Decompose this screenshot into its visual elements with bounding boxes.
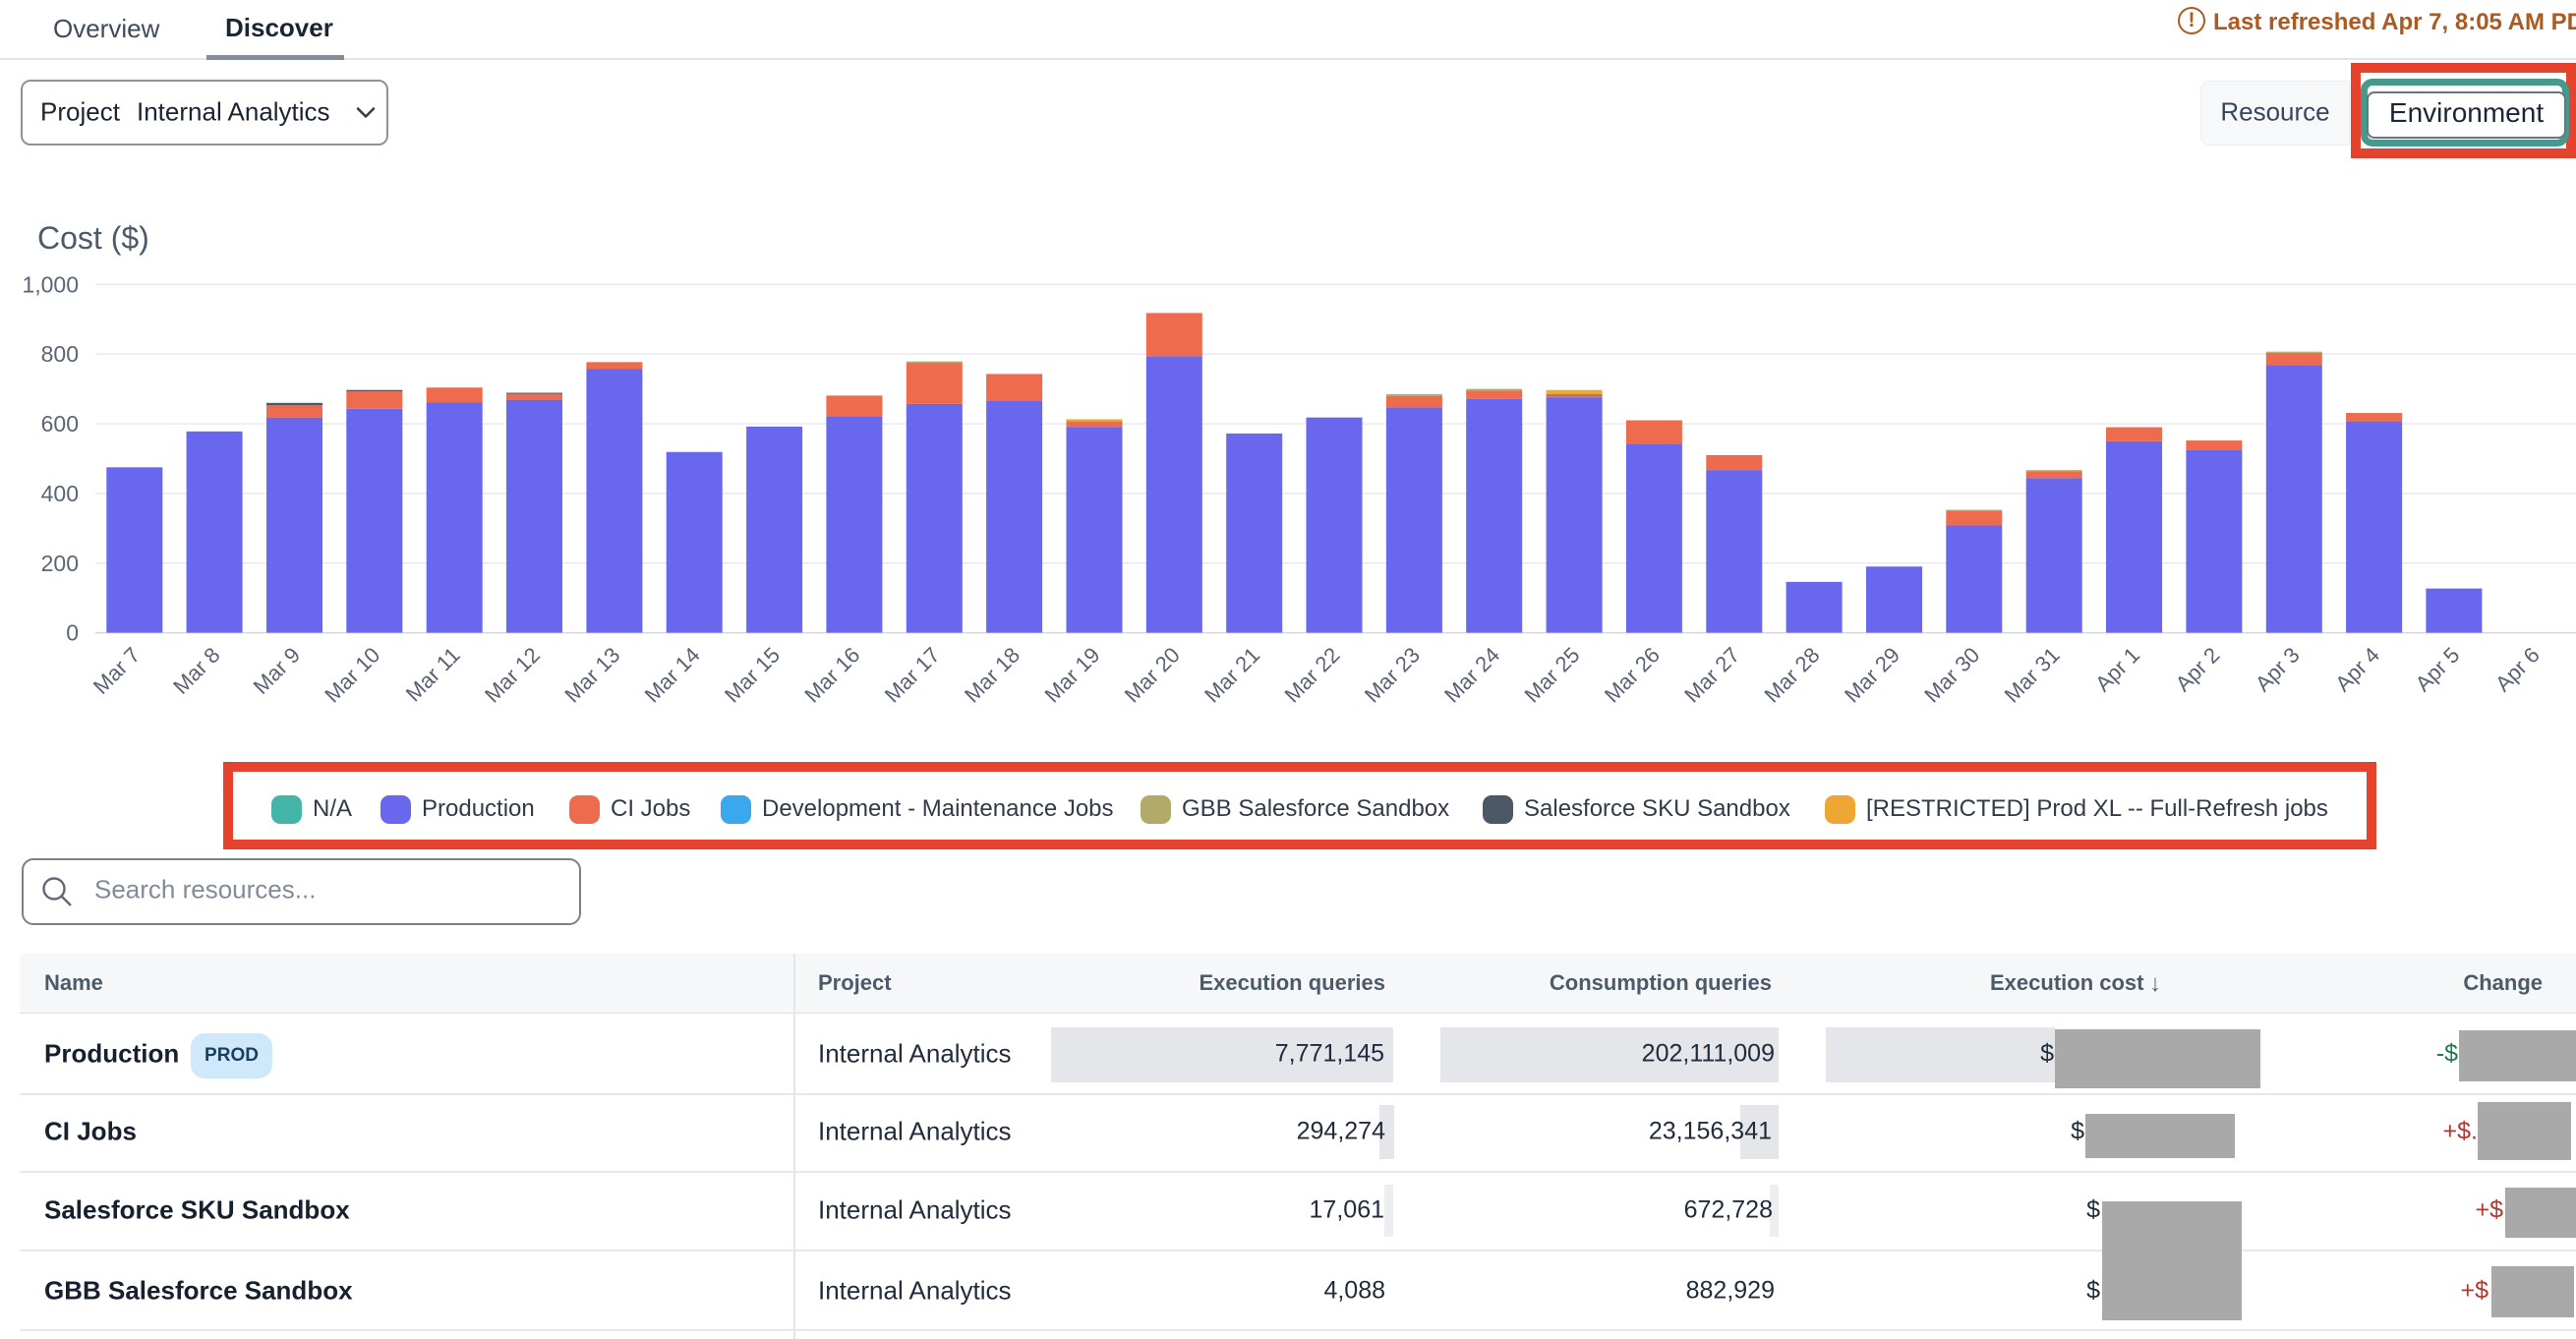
svg-text:Apr 5: Apr 5 <box>2411 642 2465 696</box>
svg-text:Mar 10: Mar 10 <box>320 642 384 707</box>
svg-text:0: 0 <box>66 620 79 646</box>
svg-text:Mar 26: Mar 26 <box>1600 642 1665 707</box>
svg-text:Mar 12: Mar 12 <box>480 642 545 707</box>
svg-text:Mar 15: Mar 15 <box>720 642 785 707</box>
svg-text:Mar 21: Mar 21 <box>1200 642 1264 707</box>
svg-text:Mar 25: Mar 25 <box>1520 642 1585 707</box>
svg-text:200: 200 <box>41 551 79 576</box>
svg-text:Mar 11: Mar 11 <box>401 642 465 706</box>
svg-text:Mar 17: Mar 17 <box>880 642 945 707</box>
svg-text:600: 600 <box>41 411 79 437</box>
svg-text:Mar 22: Mar 22 <box>1279 642 1344 707</box>
svg-text:1,000: 1,000 <box>22 271 79 297</box>
svg-text:Mar 29: Mar 29 <box>1840 642 1904 707</box>
svg-text:Mar 27: Mar 27 <box>1679 642 1744 707</box>
svg-text:Apr 3: Apr 3 <box>2251 642 2305 696</box>
svg-text:Mar 30: Mar 30 <box>1919 642 1984 707</box>
svg-text:Mar 23: Mar 23 <box>1360 642 1425 707</box>
svg-text:Apr 1: Apr 1 <box>2090 642 2144 696</box>
svg-text:Mar 16: Mar 16 <box>799 642 864 707</box>
svg-text:Mar 18: Mar 18 <box>960 642 1025 707</box>
svg-text:Mar 31: Mar 31 <box>2000 642 2065 707</box>
svg-text:Mar 9: Mar 9 <box>249 642 305 698</box>
svg-text:Mar 24: Mar 24 <box>1439 642 1504 707</box>
svg-text:800: 800 <box>41 341 79 367</box>
svg-text:400: 400 <box>41 481 79 506</box>
svg-text:Apr 4: Apr 4 <box>2330 642 2384 696</box>
svg-text:Mar 8: Mar 8 <box>168 642 224 698</box>
svg-text:Mar 19: Mar 19 <box>1039 642 1104 707</box>
svg-text:Apr 2: Apr 2 <box>2171 642 2225 696</box>
svg-text:Mar 14: Mar 14 <box>640 642 705 707</box>
svg-text:Mar 13: Mar 13 <box>559 642 624 707</box>
svg-text:Mar 7: Mar 7 <box>88 642 145 698</box>
svg-text:Mar 20: Mar 20 <box>1120 642 1185 707</box>
svg-text:Mar 28: Mar 28 <box>1760 642 1825 707</box>
svg-text:Apr 6: Apr 6 <box>2490 642 2545 696</box>
